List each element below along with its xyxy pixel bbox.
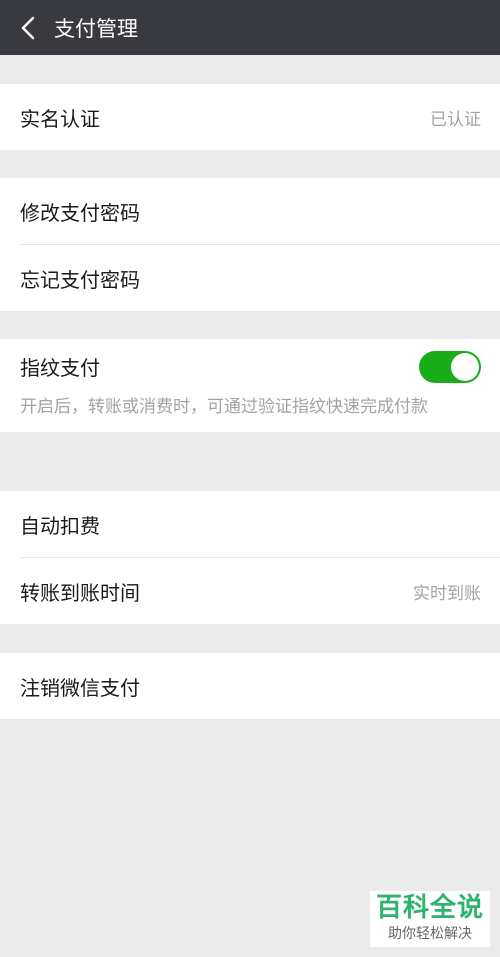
change-password-label: 修改支付密码 (20, 200, 140, 225)
payment-settings-group: 自动扣费 转账到账时间 实时到账 (0, 491, 500, 624)
watermark-logo: 百科全说 助你轻松解决 (370, 891, 490, 947)
forgot-password-item[interactable]: 忘记支付密码 (0, 245, 500, 311)
chevron-left-icon (21, 16, 35, 39)
real-name-verification-label: 实名认证 (20, 106, 100, 131)
fingerprint-pay-item: 指纹支付 (0, 339, 500, 394)
auto-deduct-item[interactable]: 自动扣费 (0, 491, 500, 557)
auto-deduct-label: 自动扣费 (20, 513, 100, 538)
cancel-wechat-pay-item[interactable]: 注销微信支付 (0, 653, 500, 719)
fingerprint-pay-label: 指纹支付 (20, 356, 100, 380)
cancel-wechat-pay-label: 注销微信支付 (20, 675, 140, 700)
page-title: 支付管理 (54, 16, 138, 41)
watermark-title: 百科全说 (375, 893, 484, 923)
transfer-time-value: 实时到账 (413, 583, 481, 604)
verify-group: 实名认证 已认证 (0, 84, 500, 150)
back-button[interactable] (0, 0, 56, 55)
top-bar: 支付管理 (0, 0, 500, 55)
change-password-item[interactable]: 修改支付密码 (0, 178, 500, 244)
transfer-time-label: 转账到账时间 (20, 580, 140, 605)
forgot-password-label: 忘记支付密码 (20, 267, 140, 292)
verification-status: 已认证 (430, 109, 481, 130)
fingerprint-pay-toggle[interactable] (419, 350, 481, 383)
fingerprint-description: 开启后，转账或消费时，可通过验证指纹快速完成付款 (20, 397, 428, 417)
fingerprint-group: 指纹支付 开启后，转账或消费时，可通过验证指纹快速完成付款 (0, 339, 500, 432)
transfer-time-item[interactable]: 转账到账时间 实时到账 (0, 558, 500, 624)
toggle-knob (451, 352, 479, 381)
cancel-group: 注销微信支付 (0, 653, 500, 719)
watermark-subtitle: 助你轻松解决 (388, 926, 472, 942)
password-group: 修改支付密码 忘记支付密码 (0, 178, 500, 311)
real-name-verification-item[interactable]: 实名认证 已认证 (0, 84, 500, 150)
